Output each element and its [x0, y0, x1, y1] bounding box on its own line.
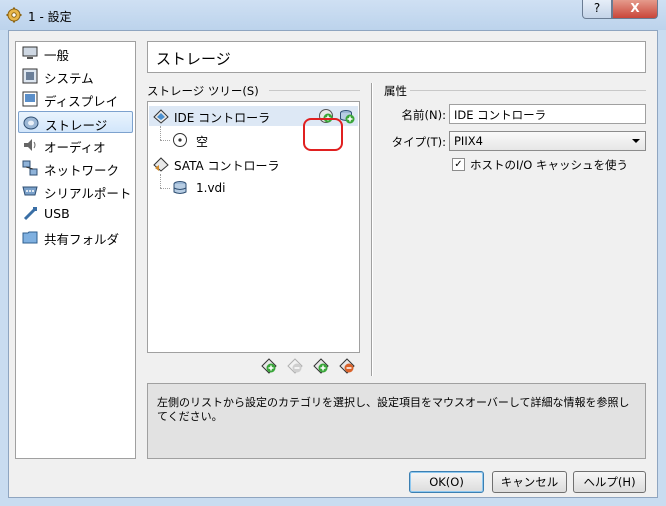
- speaker-icon: [24, 139, 36, 151]
- info-panel: 左側のリストから設定のカテゴリを選択し、設定項目をマウスオーバーして詳細な情報を…: [147, 383, 646, 459]
- folder-icon: [22, 231, 38, 244]
- tree-item-empty-drive[interactable]: 空: [170, 130, 290, 150]
- sidebar-item-label: 一般: [44, 48, 70, 63]
- add-controller-button[interactable]: [261, 358, 277, 374]
- window-title: 1 - 設定: [28, 10, 72, 24]
- hard-disk-icon: [173, 181, 187, 194]
- tree-item-vdi-disk[interactable]: 1.vdi: [170, 178, 290, 198]
- sidebar-item-label: 共有フォルダ: [44, 232, 120, 247]
- sata-controller-icon: [153, 157, 169, 172]
- sidebar-item-label: シリアルポート: [44, 186, 132, 201]
- ok-button[interactable]: OK(O): [409, 471, 484, 493]
- display-icon: [22, 91, 38, 107]
- sidebar-item-label: ストレージ: [45, 118, 108, 133]
- name-label: 名前(N):: [401, 108, 446, 122]
- storage-tree-divider: [269, 90, 360, 91]
- panel-separator[interactable]: [371, 83, 373, 376]
- attributes-divider: [410, 90, 646, 91]
- sidebar-item-label: ディスプレイ: [44, 94, 119, 109]
- category-list[interactable]: 一般 システム ディスプレイ ストレージ オーディオ ネットワーク シリアルポー…: [15, 41, 136, 459]
- remove-controller-button[interactable]: [287, 358, 303, 374]
- type-label: タイプ(T):: [391, 135, 446, 149]
- sidebar-item-audio[interactable]: オーディオ: [18, 134, 133, 156]
- sidebar-item-label: USB: [44, 206, 70, 221]
- serial-port-icon: [22, 186, 38, 196]
- help-titlebar-button[interactable]: ?: [582, 0, 612, 19]
- sidebar-item-shared-folders[interactable]: 共有フォルダ: [18, 226, 133, 248]
- sidebar-item-label: ネットワーク: [44, 163, 120, 178]
- monitor-icon: [22, 46, 38, 59]
- sidebar-item-usb[interactable]: USB: [18, 203, 133, 225]
- page-title: ストレージ: [147, 41, 646, 73]
- network-icon: [22, 160, 38, 176]
- sidebar-item-general[interactable]: 一般: [18, 42, 133, 64]
- page-title-text: ストレージ: [156, 50, 231, 68]
- storage-icon: [23, 116, 39, 130]
- tree-item-sata-controller[interactable]: SATA コントローラ: [149, 154, 319, 174]
- highlight-ring: [303, 118, 343, 151]
- ide-controller-icon: [153, 109, 169, 124]
- sidebar-item-display[interactable]: ディスプレイ: [18, 88, 133, 110]
- tree-connector: [160, 188, 170, 189]
- name-field[interactable]: IDE コントローラ: [449, 104, 646, 124]
- tree-connector: [160, 126, 161, 140]
- host-io-cache-checkbox[interactable]: ✓: [452, 158, 465, 171]
- type-select-value: PIIX4: [454, 134, 483, 148]
- attributes-label: 属性: [384, 84, 407, 98]
- sidebar-item-label: オーディオ: [44, 140, 106, 155]
- sidebar-item-storage[interactable]: ストレージ: [18, 111, 133, 133]
- tree-connector: [160, 174, 161, 188]
- cd-empty-icon: [173, 133, 187, 147]
- chip-icon: [22, 68, 38, 84]
- storage-tree-label: ストレージ ツリー(S): [147, 84, 259, 98]
- sidebar-item-label: システム: [44, 71, 94, 86]
- cancel-button[interactable]: キャンセル: [492, 471, 567, 493]
- add-attachment-button[interactable]: [313, 358, 329, 374]
- usb-icon: [23, 207, 37, 221]
- tree-item-label: 空: [196, 135, 209, 149]
- gear-icon: [6, 7, 22, 23]
- tree-item-label: 1.vdi: [196, 181, 226, 195]
- close-button[interactable]: X: [612, 0, 658, 19]
- dialog-body: 一般 システム ディスプレイ ストレージ オーディオ ネットワーク シリアルポー…: [8, 30, 658, 498]
- help-button[interactable]: ヘルプ(H): [573, 471, 646, 493]
- sidebar-item-serial-port[interactable]: シリアルポート: [18, 180, 133, 202]
- sidebar-item-network[interactable]: ネットワーク: [18, 157, 133, 179]
- title-bar[interactable]: 1 - 設定 ? X: [0, 0, 666, 30]
- tree-item-label: SATA コントローラ: [174, 159, 280, 173]
- remove-attachment-button[interactable]: [339, 358, 355, 374]
- chevron-down-icon: [632, 139, 640, 143]
- type-select[interactable]: PIIX4: [449, 131, 646, 151]
- storage-tree[interactable]: IDE コントローラ 空 SATA コントローラ 1.vdi: [147, 101, 360, 353]
- settings-window: 1 - 設定 ? X 一般 システム ディスプレイ ストレージ オーディオ ネッ…: [0, 0, 666, 506]
- host-io-cache-label: ホストのI/O キャッシュを使う: [470, 158, 628, 172]
- sidebar-item-system[interactable]: システム: [18, 65, 133, 87]
- tree-item-label: IDE コントローラ: [174, 111, 271, 125]
- tree-connector: [160, 140, 170, 141]
- info-text: 左側のリストから設定のカテゴリを選択し、設定項目をマウスオーバーして詳細な情報を…: [157, 396, 630, 423]
